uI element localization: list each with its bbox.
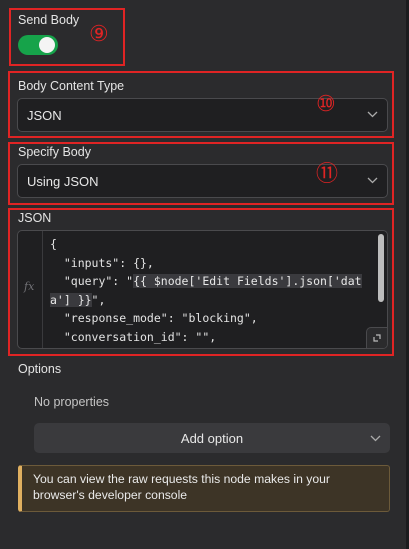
code-line: "response_mode": "blocking",	[50, 311, 258, 325]
expand-icon	[373, 334, 381, 342]
code-line: {	[50, 237, 57, 251]
notice-text: You can view the raw requests this node …	[33, 472, 330, 502]
code-line: "query": "{{ $node['Edit Fields'].json['…	[50, 274, 362, 288]
toggle-knob	[39, 37, 55, 53]
send-body-toggle[interactable]	[18, 35, 58, 55]
fx-icon: fx	[24, 280, 35, 293]
json-code-lines[interactable]: { "inputs": {}, "query": "{{ $node['Edit…	[50, 235, 373, 346]
expression-highlight: a'] }}	[50, 292, 92, 307]
editor-gutter: fx	[18, 231, 43, 348]
chevron-down-icon	[370, 435, 381, 442]
json-code-editor[interactable]: fx { "inputs": {}, "query": "{{ $node['E…	[17, 230, 388, 349]
step-marker-9: ⑨	[89, 21, 109, 46]
send-body-label: Send Body	[18, 13, 80, 27]
no-properties-text: No properties	[34, 395, 110, 409]
specify-body-label: Specify Body	[18, 145, 91, 159]
expand-editor-button[interactable]	[366, 327, 387, 348]
body-content-type-value: JSON	[27, 108, 62, 123]
code-line: "conversation_id": "",	[50, 329, 217, 344]
add-option-label: Add option	[180, 431, 244, 446]
developer-console-notice: You can view the raw requests this node …	[18, 465, 390, 512]
chevron-down-icon	[367, 111, 378, 118]
json-field-label: JSON	[18, 211, 52, 225]
code-line: a'] }}",	[50, 292, 106, 307]
body-content-type-label: Body Content Type	[18, 79, 125, 93]
step-marker-10: ⑩	[316, 91, 336, 116]
add-option-button[interactable]: Add option	[34, 423, 390, 453]
specify-body-value: Using JSON	[27, 174, 99, 189]
editor-scrollbar[interactable]	[378, 234, 384, 302]
options-label: Options	[18, 362, 62, 376]
code-line: "inputs": {},	[50, 255, 154, 270]
step-marker-11: ⑪	[316, 161, 339, 186]
expression-highlight: {{ $node['Edit Fields'].json['dat	[133, 274, 362, 288]
chevron-down-icon	[367, 177, 378, 184]
